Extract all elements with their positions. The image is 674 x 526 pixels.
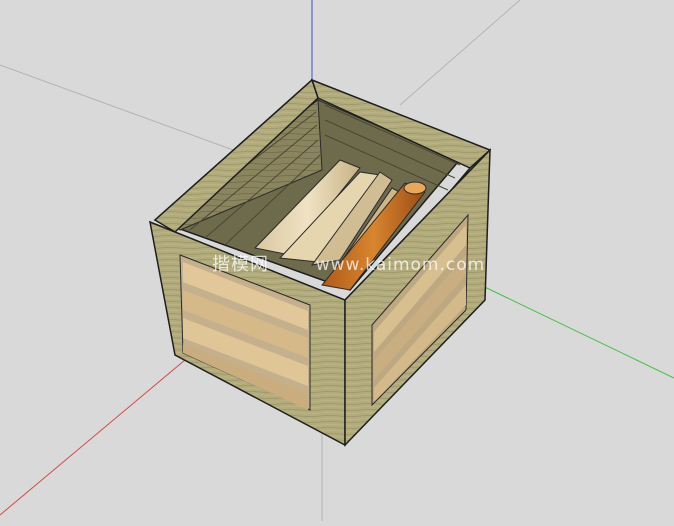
log-end: [403, 181, 427, 195]
axis-green-dashed: [399, 0, 521, 106]
axis-red: [0, 359, 186, 516]
axis-green: [469, 279, 674, 379]
scene-canvas: [0, 0, 674, 521]
model-viewport[interactable]: 揩模网 www.kaimom.com: [0, 0, 674, 521]
